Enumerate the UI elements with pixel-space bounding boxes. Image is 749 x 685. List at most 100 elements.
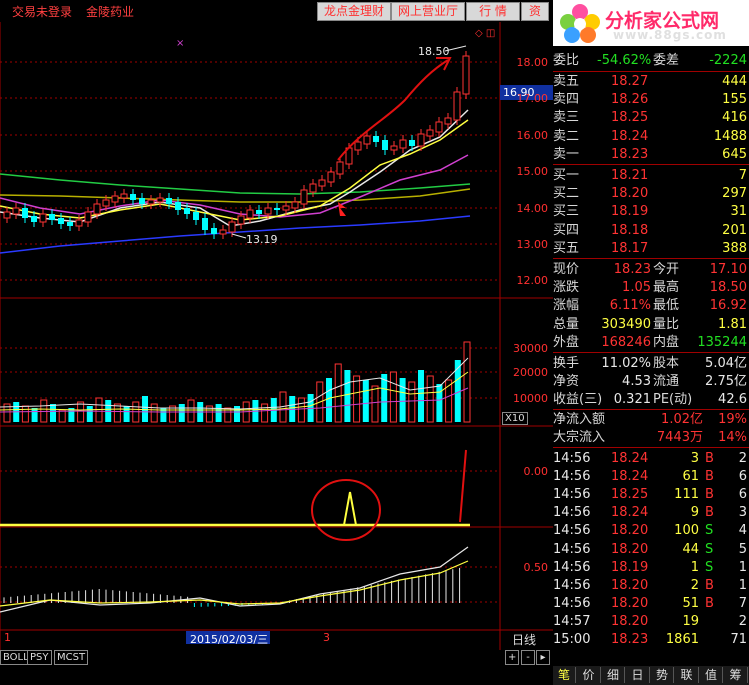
panel-tab-5[interactable]: 联 [676,667,699,683]
toolbar-button-zi[interactable]: 资 [521,2,549,21]
candle-up [300,189,308,205]
fund-value: 2.75亿 [705,374,747,390]
buy-level-row[interactable]: 买五 18.17 388 [553,240,749,258]
candle-down [211,228,217,234]
scroll-right-button[interactable]: ▸ [536,650,550,665]
fund-label: 收益(三) [553,392,603,408]
tick-row[interactable]: 14:57 18.20 19 2 [553,613,749,631]
quote-row[interactable]: 总量 303490 量比 1.81 [553,316,749,334]
toolbar-button-licai[interactable]: 龙点金理财 [317,2,391,21]
fund-row[interactable]: 收益(三) 0.321 PE(动) 42.6 [553,391,749,409]
buy-level-row[interactable]: 买一 18.21 7 [553,167,749,185]
panel-tab-7[interactable]: 筹 [725,667,748,683]
candle-up [102,199,110,207]
sell-level-row[interactable]: 卖三 18.25 416 [553,109,749,127]
sell-level-row[interactable]: 卖二 18.24 1488 [553,128,749,146]
quote-row[interactable]: 现价 18.23 今开 17.10 [553,261,749,279]
order-volume: 7 [738,168,747,183]
panel-tab-0[interactable]: 笔 [553,667,576,683]
volume-bar-up [21,405,29,423]
toolbar-button-yingyeting[interactable]: 网上营业厅 [391,2,465,21]
volume-axis-label: 10000 [513,392,548,405]
tick-row[interactable]: 14:56 18.24 61 B 6 [553,468,749,486]
sell-level-row[interactable]: 卖四 18.26 155 [553,91,749,109]
tick-side: B [705,577,714,593]
indicator-spike [343,491,357,526]
order-price: 18.19 [611,204,649,220]
quote-panel: 委比 -54.62% 委差 -2224 卖五 18.27 444 卖四 18.26… [553,46,749,650]
tick-row[interactable]: 14:56 18.20 51 B 7 [553,595,749,613]
buy-level-row[interactable]: 买三 18.19 31 [553,203,749,221]
tick-count: 1 [738,559,747,575]
candle-down [22,208,28,218]
volume-bar [399,378,406,422]
volume-axis-label: 20000 [513,366,548,379]
stock-name: 金陵药业 [86,5,135,19]
tick-count: 2 [738,613,747,629]
quote-label: 涨跌 [553,280,580,296]
tick-row[interactable]: 14:56 18.24 3 B 2 [553,450,749,468]
tick-time: 14:56 [553,469,591,485]
order-price: 18.24 [611,128,649,144]
period-label[interactable]: 日线 [512,631,536,648]
flow-row[interactable]: 大宗流入 7443万 14% [553,429,749,447]
quote-row[interactable]: 涨跌 1.05 最高 18.50 [553,279,749,297]
flow-row[interactable]: 净流入额 1.02亿 19% [553,411,749,429]
tick-row[interactable]: 14:56 18.20 44 S 5 [553,541,749,559]
macd-line-white [0,546,469,613]
quote-row[interactable]: 涨幅 6.11% 最低 16.92 [553,297,749,315]
order-label: 卖二 [553,128,580,144]
panel-tab-4[interactable]: 势 [651,667,674,683]
tick-volume: 61 [682,469,699,485]
ma-line-olive [0,188,471,203]
tick-count: 3 [738,505,747,521]
candle-up [93,203,101,215]
chart-canvas[interactable]: 18.50 13.19 × ◇ ◫ [0,22,553,650]
tick-price: 18.20 [611,577,649,593]
quote-value: 18.50 [709,280,747,296]
candle-down [67,222,73,226]
weicha-value: -2224 [709,53,747,68]
sell-level-row[interactable]: 卖五 18.27 444 [553,73,749,91]
panel-tab-2[interactable]: 细 [602,667,625,683]
volume-bar [215,404,222,422]
buy-level-row[interactable]: 买四 18.18 201 [553,222,749,240]
candle-down [130,194,136,200]
indicator-tab-psy[interactable]: PSY [27,650,52,665]
candle-up [435,121,443,133]
quote-row[interactable]: 外盘 168246 内盘 135244 [553,334,749,352]
tick-row[interactable]: 14:56 18.20 2 B 1 [553,577,749,595]
quote-label: 现价 [553,262,580,277]
candle-down [373,136,379,142]
fund-row[interactable]: 换手 11.02% 股本 5.04亿 [553,355,749,373]
buy-level-row[interactable]: 买二 18.20 297 [553,185,749,203]
order-volume: 201 [722,222,747,238]
zoom-out-button[interactable]: - [521,650,535,665]
price-axis-label: 12.00 [516,274,549,287]
toolbar-button-hangqing[interactable]: 行 情 [466,2,520,21]
sell-level-row[interactable]: 卖一 18.23 645 [553,146,749,164]
volume-bar-up [77,401,85,423]
tick-volume: 111 [674,487,699,503]
login-status[interactable]: 交易未登录 [12,3,72,20]
tick-row[interactable]: 15:00 18.23 1861 71 [553,631,749,649]
tick-row[interactable]: 14:56 18.19 1 S 1 [553,559,749,577]
tick-row[interactable]: 14:56 18.20 100 S 4 [553,522,749,540]
tick-time: 14:56 [553,487,591,503]
kline-chart[interactable]: 18.50 13.19 × ◇ ◫ 18.00 17.00 16.00 15.0… [0,22,553,650]
tick-row[interactable]: 14:56 18.25 111 B 6 [553,486,749,504]
panel-tab-3[interactable]: 日 [627,667,650,683]
candle-up [318,179,326,187]
panel-tab-6[interactable]: 值 [700,667,723,683]
price-axis-label: 15.00 [516,165,549,178]
zoom-in-button[interactable]: + [505,650,519,665]
order-label: 卖一 [553,146,580,162]
volume-bar [142,396,148,422]
tick-row[interactable]: 14:56 18.24 9 B 3 [553,504,749,522]
indicator-tab-mcst[interactable]: MCST [54,650,89,665]
fund-value: 0.321 [613,392,651,408]
panel-tab-1[interactable]: 价 [578,667,601,683]
candle-down [58,218,64,224]
tick-count: 1 [738,577,747,593]
fund-row[interactable]: 净资 4.53 流通 2.75亿 [553,373,749,391]
